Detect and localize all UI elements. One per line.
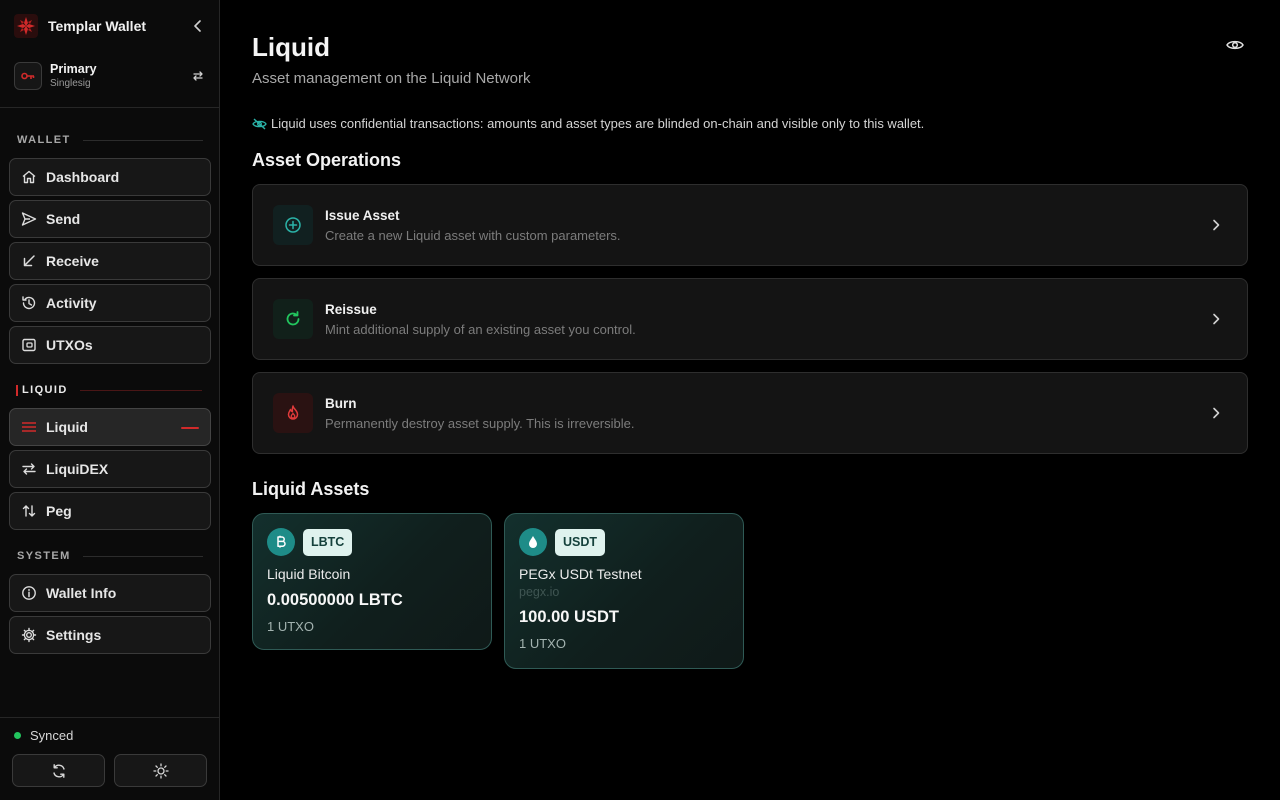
refresh-icon [273,299,313,339]
active-indicator [181,427,199,429]
asset-name: Liquid Bitcoin [267,566,351,582]
chevron-right-icon [1209,405,1223,421]
sidebar-divider [0,107,219,108]
chevron-left-icon [194,20,201,32]
sidebar-item-utxos[interactable]: UTXOs [9,326,211,364]
gear-icon [20,626,38,644]
asset-operations-title: Asset Operations [252,150,402,170]
flame-icon [273,393,313,433]
arrow-down-left-icon [20,252,38,270]
sidebar-item-send[interactable]: Send [9,200,211,238]
op-title: Reissue [325,302,377,317]
sidebar-item-label: Dashboard [46,169,120,185]
refresh-sync-button[interactable] [12,754,105,787]
chevron-right-icon [1209,217,1223,233]
sidebar-item-label: Activity [46,295,97,311]
op-title: Issue Asset [325,208,400,223]
section-header-system: SYSTEM [17,549,203,563]
account-switcher[interactable]: Primary Singlesig [14,59,208,93]
liquid-assets-title: Liquid Assets [252,479,370,499]
asset-ticker-badge: LBTC [303,528,353,556]
toggle-visibility-button[interactable] [1224,35,1246,55]
asset-card-lbtc[interactable]: LBTC Liquid Bitcoin 0.00500000 LBTC 1 UT… [252,513,492,650]
issue-asset-card[interactable]: Issue Asset Create a new Liquid asset wi… [252,184,1248,266]
asset-utxo-count: 1 UTXO [519,636,566,651]
op-description: Permanently destroy asset supply. This i… [325,416,635,431]
sidebar-item-liquid[interactable]: Liquid [9,408,211,446]
sidebar-item-activity[interactable]: Activity [9,284,211,322]
status-dot [14,732,21,739]
key-icon [14,62,42,90]
confidential-notice: Liquid uses confidential transactions: a… [252,116,924,131]
sidebar-item-label: Liquid [46,419,88,435]
sidebar-item-label: UTXOs [46,337,93,353]
reissue-card[interactable]: Reissue Mint additional supply of an exi… [252,278,1248,360]
sidebar-item-label: Receive [46,253,99,269]
switch-account-button[interactable] [188,66,208,86]
arrows-up-down-icon [20,502,38,520]
sidebar-item-label: LiquiDEX [46,461,109,477]
burn-card[interactable]: Burn Permanently destroy asset supply. T… [252,372,1248,454]
sync-status-label: Synced [30,728,74,743]
eye-off-icon [252,117,268,131]
asset-utxo-count: 1 UTXO [267,619,314,634]
liquid-waves-icon [20,418,38,436]
sidebar: Templar Wallet Primary Singlesig WALLET … [0,0,220,800]
templar-cross-logo-icon [14,14,38,38]
main-content: Liquid Asset management on the Liquid Ne… [220,0,1280,800]
wallet-icon [20,336,38,354]
asset-ticker-badge: USDT [555,528,606,556]
op-description: Mint additional supply of an existing as… [325,322,636,337]
sidebar-footer-divider [0,717,219,718]
asset-name: PEGx USDt Testnet [519,566,642,582]
account-name: Primary [50,62,97,76]
collapse-sidebar-button[interactable] [188,16,208,36]
swap-arrows-icon [20,460,38,478]
chevron-right-icon [1209,311,1223,327]
app-name: Templar Wallet [48,18,147,34]
home-icon [20,168,38,186]
info-icon [20,584,38,602]
op-title: Burn [325,396,357,411]
section-header-liquid: LIQUID [16,383,202,397]
history-icon [20,294,38,312]
refresh-icon [52,763,65,778]
sidebar-item-liquidex[interactable]: LiquiDEX [9,450,211,488]
theme-toggle-button[interactable] [114,754,207,787]
sidebar-item-label: Settings [46,627,102,643]
notice-text: Liquid uses confidential transactions: a… [271,116,925,131]
bitcoin-icon [267,528,295,556]
droplet-icon [519,528,547,556]
op-description: Create a new Liquid asset with custom pa… [325,228,621,243]
swap-arrows-icon [193,71,203,81]
asset-card-usdt[interactable]: USDT PEGx USDt Testnet pegx.io 100.00 US… [504,513,744,669]
send-icon [20,210,38,228]
asset-amount: 0.00500000 LBTC [267,591,403,609]
sync-status: Synced [14,728,73,743]
plus-circle-icon [273,205,313,245]
sidebar-item-label: Send [46,211,81,227]
account-type: Singlesig [50,78,91,89]
sidebar-item-peg[interactable]: Peg [9,492,211,530]
sidebar-item-label: Peg [46,503,72,519]
sidebar-item-label: Wallet Info [46,585,117,601]
brand: Templar Wallet [14,13,208,39]
page-subtitle: Asset management on the Liquid Network [252,70,531,87]
asset-amount: 100.00 USDT [519,608,619,626]
sidebar-item-wallet-info[interactable]: Wallet Info [9,574,211,612]
sidebar-item-settings[interactable]: Settings [9,616,211,654]
asset-domain: pegx.io [519,585,560,599]
eye-icon [1226,40,1244,50]
section-header-wallet: WALLET [17,133,203,147]
sun-icon [152,762,169,779]
page-title: Liquid [252,32,330,62]
sidebar-item-dashboard[interactable]: Dashboard [9,158,211,196]
sidebar-item-receive[interactable]: Receive [9,242,211,280]
